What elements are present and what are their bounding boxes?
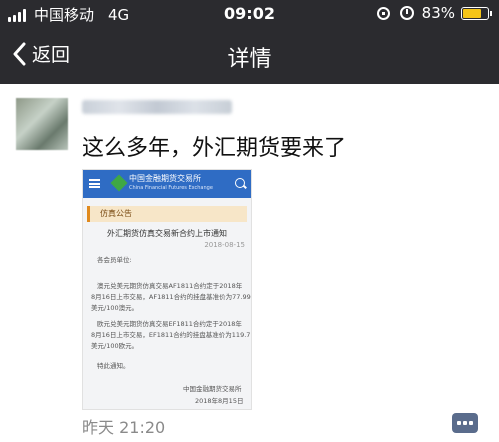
logo-text-en: China Financial Futures Exchange — [129, 185, 213, 191]
notice-line: 欧元兑美元期货仿真交易EF1811合约定于2018年 — [97, 320, 242, 328]
notice-line: 特此通知。 — [97, 362, 130, 370]
search-icon — [235, 178, 245, 188]
avatar[interactable] — [16, 98, 68, 150]
status-right: 83% — [376, 4, 492, 22]
rotation-lock-icon — [376, 6, 390, 20]
section-label: 仿真公告 — [87, 206, 247, 222]
battery-icon — [461, 6, 492, 20]
battery-percent: 83% — [421, 4, 455, 22]
card-header: 中国金融期货交易所 China Financial Futures Exchan… — [83, 170, 251, 198]
menu-icon — [89, 179, 100, 188]
post-text: 这么多年，外汇期货要来了 — [82, 136, 347, 161]
notice-line: 8月16日上市交易，EF1811合约的挂盘基准价为119.71 — [91, 331, 252, 339]
battery-level — [463, 8, 482, 18]
notice-title: 外汇期货仿真交易新合约上市通知 — [107, 229, 227, 238]
post-time: 昨天 21:20 — [82, 418, 166, 437]
notice-signature-date: 2018年8月15日 — [195, 397, 244, 405]
page-title: 详情 — [227, 47, 272, 72]
comment-icon[interactable] — [452, 413, 478, 433]
notice-line: 澳元兑美元期货仿真交易AF1811合约定于2018年 — [97, 282, 243, 290]
alarm-icon — [399, 6, 414, 20]
author-name[interactable] — [82, 100, 232, 114]
notice-line: 美元/100澳元。 — [91, 304, 139, 312]
notice-line: 各会员单位: — [97, 256, 132, 264]
notice-line: 8月16日上市交易，AF1811合约的挂盘基准价为77.99 — [91, 293, 251, 301]
logo-text-cn: 中国金融期货交易所 — [129, 174, 201, 183]
nav-bar: 返回 详情 — [0, 28, 499, 84]
shared-image[interactable]: 中国金融期货交易所 China Financial Futures Exchan… — [82, 169, 252, 410]
logo-icon — [110, 174, 128, 192]
notice-signature: 中国金融期货交易所 — [183, 385, 242, 393]
status-bar: 中国移动 4G 09:02 83% — [0, 0, 499, 28]
notice-line: 美元/100欧元。 — [91, 342, 139, 350]
notice-date: 2018-08-15 — [204, 241, 245, 249]
